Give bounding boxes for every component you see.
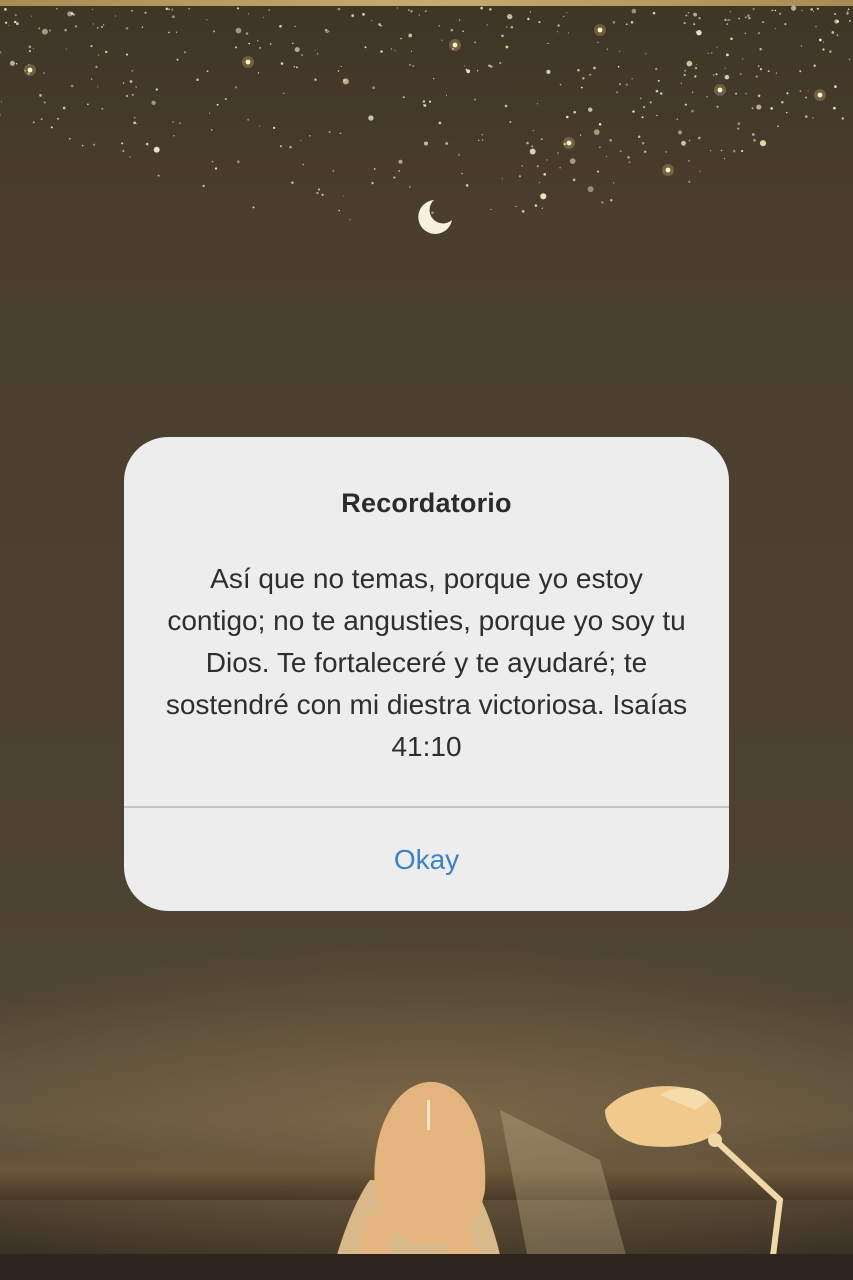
alert-message: Así que no temas, porque yo estoy contig… [165, 563, 688, 762]
okay-button[interactable]: Okay [124, 808, 729, 911]
person-with-lamp-illustration [330, 1081, 784, 1280]
alert-title: Recordatorio [341, 488, 512, 518]
moon-icon [418, 200, 452, 234]
bottom-bar [0, 1254, 853, 1280]
